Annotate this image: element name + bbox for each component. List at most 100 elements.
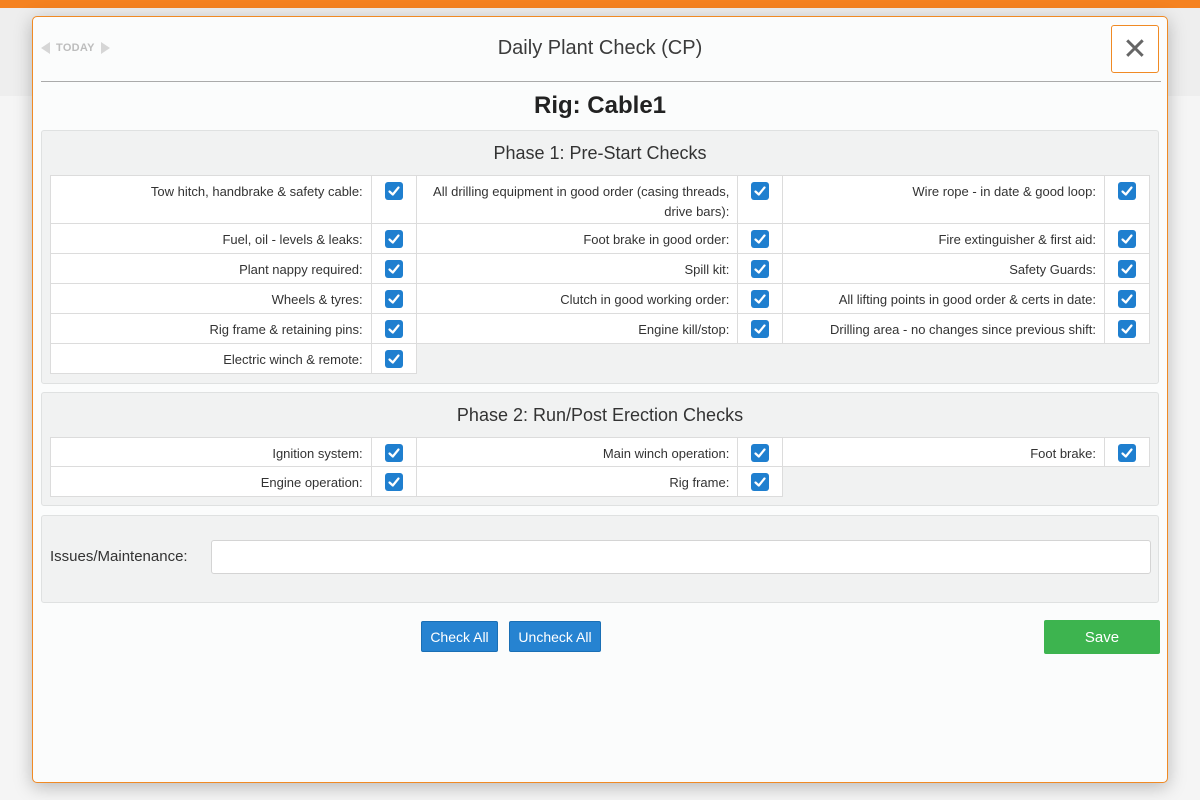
checklist-item-label: Foot brake in good order:: [417, 224, 739, 253]
checklist-item: Engine operation:: [50, 467, 417, 497]
checkmark-icon: [388, 264, 400, 274]
checkbox-cell: [738, 224, 782, 253]
checklist-checkbox[interactable]: [751, 473, 770, 491]
checklist-item-label: Wire rope - in date & good loop:: [783, 176, 1105, 223]
checklist-item: Drilling area - no changes since previou…: [783, 314, 1150, 344]
checklist-item-label: Drilling area - no changes since previou…: [783, 314, 1105, 343]
checklist-checkbox[interactable]: [384, 473, 403, 491]
checkbox-cell: [1105, 176, 1149, 223]
checklist-checkbox[interactable]: [751, 260, 770, 278]
checkbox-cell: [372, 224, 416, 253]
check-all-button[interactable]: Check All: [421, 621, 498, 652]
checklist-item-label: Foot brake:: [783, 438, 1105, 466]
phase2-checklist: Ignition system: Main winch operation: Foo…: [50, 437, 1150, 497]
checklist-item: Electric winch & remote:: [50, 344, 417, 374]
checklist-checkbox[interactable]: [1117, 260, 1136, 278]
checkmark-icon: [1121, 324, 1133, 334]
checkbox-cell: [372, 176, 416, 223]
checklist-checkbox[interactable]: [751, 320, 770, 338]
checkmark-icon: [754, 186, 766, 196]
checklist-checkbox[interactable]: [384, 230, 403, 248]
checklist-checkbox[interactable]: [384, 260, 403, 278]
checkbox-cell: [1105, 254, 1149, 283]
close-button[interactable]: ✕: [1111, 25, 1159, 73]
checklist-item-label: Engine kill/stop:: [417, 314, 739, 343]
checklist-item-label: Clutch in good working order:: [417, 284, 739, 313]
checkbox-cell: [1105, 314, 1149, 343]
checklist-checkbox[interactable]: [1117, 182, 1136, 200]
checkmark-icon: [754, 477, 766, 487]
checkbox-cell: [372, 344, 416, 373]
checklist-checkbox[interactable]: [1117, 444, 1136, 462]
checklist-item-label: Plant nappy required:: [51, 254, 372, 283]
checkmark-icon: [1121, 186, 1133, 196]
rig-title: Rig: Cable1: [533, 92, 667, 119]
checklist-checkbox[interactable]: [1117, 230, 1136, 248]
phase1-checklist: Tow hitch, handbrake & safety cable: All …: [50, 175, 1150, 374]
checkbox-cell: [738, 254, 782, 283]
issues-input[interactable]: [211, 540, 1151, 574]
checklist-item: Fuel, oil - levels & leaks:: [50, 224, 417, 254]
checkmark-icon: [1121, 294, 1133, 304]
checkmark-icon: [388, 294, 400, 304]
phase1-panel: Phase 1: Pre-Start Checks Tow hitch, han…: [41, 130, 1159, 384]
checklist-item: Engine kill/stop:: [416, 314, 784, 344]
checkmark-icon: [754, 448, 766, 458]
save-button[interactable]: Save: [1044, 620, 1160, 654]
issues-label: Issues/Maintenance:: [50, 548, 188, 565]
checklist-checkbox[interactable]: [384, 350, 403, 368]
checkmark-icon: [388, 324, 400, 334]
checklist-item-label: Engine operation:: [51, 467, 372, 496]
top-accent-bar: [0, 0, 1200, 8]
checkmark-icon: [388, 186, 400, 196]
checkbox-cell: [372, 314, 416, 343]
empty-cell: [783, 344, 1150, 374]
phase2-panel: Phase 2: Run/Post Erection Checks Igniti…: [41, 392, 1159, 506]
checklist-checkbox[interactable]: [751, 182, 770, 200]
checklist-checkbox[interactable]: [751, 230, 770, 248]
checklist-checkbox[interactable]: [1117, 290, 1136, 308]
checklist-item: Spill kit:: [416, 254, 784, 284]
checklist-checkbox[interactable]: [751, 444, 770, 462]
close-icon: ✕: [1122, 32, 1148, 66]
checklist-item: Ignition system:: [50, 437, 417, 467]
checkbox-cell: [738, 438, 782, 466]
checklist-item-label: Fuel, oil - levels & leaks:: [51, 224, 372, 253]
checklist-item-label: All lifting points in good order & certs…: [783, 284, 1105, 313]
checkmark-icon: [388, 354, 400, 364]
checkbox-cell: [1105, 224, 1149, 253]
checklist-item: Clutch in good working order:: [416, 284, 784, 314]
checkmark-icon: [1121, 448, 1133, 458]
checklist-item: Tow hitch, handbrake & safety cable:: [50, 175, 417, 224]
checkmark-icon: [754, 264, 766, 274]
phase1-title: Phase 1: Pre-Start Checks: [493, 143, 707, 163]
checklist-item: Wire rope - in date & good loop:: [783, 175, 1150, 224]
checkbox-cell: [738, 314, 782, 343]
uncheck-all-button[interactable]: Uncheck All: [509, 621, 601, 652]
modal-title: Daily Plant Check (CP): [497, 37, 703, 59]
checklist-item-label: Fire extinguisher & first aid:: [783, 224, 1105, 253]
checklist-checkbox[interactable]: [384, 444, 403, 462]
issues-panel: Issues/Maintenance:: [41, 515, 1159, 603]
checklist-checkbox[interactable]: [384, 182, 403, 200]
checklist-item: Wheels & tyres:: [50, 284, 417, 314]
checklist-item-label: Tow hitch, handbrake & safety cable:: [51, 176, 372, 223]
checklist-item-label: Rig frame & retaining pins:: [51, 314, 372, 343]
checklist-checkbox[interactable]: [1117, 320, 1136, 338]
checkbox-cell: [1105, 438, 1149, 466]
checklist-checkbox[interactable]: [751, 290, 770, 308]
checkbox-cell: [1105, 284, 1149, 313]
checklist-item: Main winch operation:: [416, 437, 784, 467]
checkbox-cell: [372, 467, 416, 496]
checklist-checkbox[interactable]: [384, 320, 403, 338]
checklist-item-label: Spill kit:: [417, 254, 739, 283]
checkmark-icon: [754, 234, 766, 244]
checklist-checkbox[interactable]: [384, 290, 403, 308]
checkmark-icon: [754, 324, 766, 334]
checklist-item: Safety Guards:: [783, 254, 1150, 284]
checkmark-icon: [388, 448, 400, 458]
checkmark-icon: [388, 234, 400, 244]
checkmark-icon: [1121, 264, 1133, 274]
checklist-item-label: All drilling equipment in good order (ca…: [417, 176, 739, 223]
checklist-item-label: Rig frame:: [417, 467, 739, 496]
